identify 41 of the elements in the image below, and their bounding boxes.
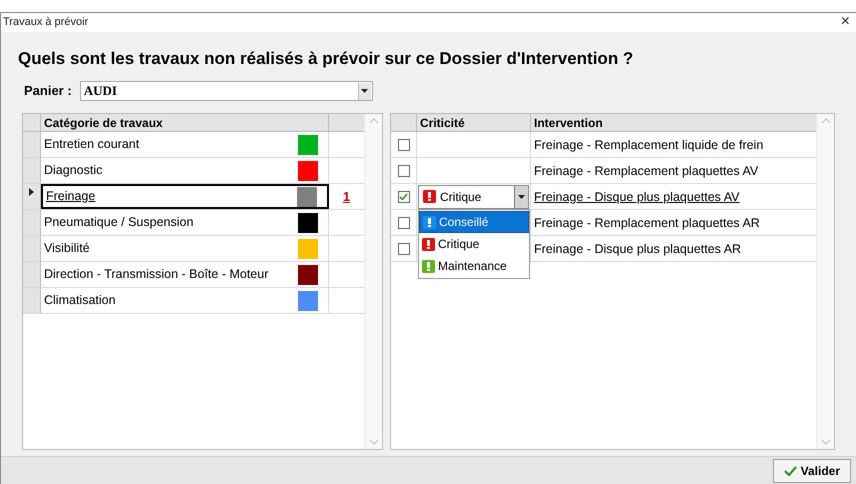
checkbox[interactable]	[398, 216, 410, 229]
scroll-up-icon[interactable]	[370, 118, 378, 124]
dropdown-option[interactable]: Maintenance	[419, 255, 529, 278]
scroll-up-icon[interactable]	[822, 118, 830, 124]
category-row[interactable]: Climatisation	[41, 288, 329, 314]
intervention-cell[interactable]: Freinage - Remplacement plaquettes AR	[531, 210, 816, 236]
basket-label: Panier :	[24, 82, 72, 100]
intervention-cell[interactable]: Freinage - Remplacement liquide de frein	[531, 132, 816, 158]
checkbox[interactable]	[398, 164, 410, 177]
column-header: Criticité	[417, 114, 531, 132]
heading: Quels sont les travaux non réalisés à prévoir sur ce Dossier d'Intervention ?	[18, 48, 634, 70]
dropdown-option[interactable]: Critique	[419, 233, 529, 256]
category-row[interactable]: Freinage	[41, 184, 329, 210]
category-row[interactable]: Direction - Transmission - Boîte - Moteur	[41, 262, 329, 288]
validate-button[interactable]: Valider	[772, 458, 851, 483]
intervention-cell[interactable]: Freinage - Remplacement plaquettes AV	[531, 158, 816, 184]
checkbox[interactable]	[398, 190, 410, 203]
criticality-select[interactable]: Critique	[418, 184, 529, 209]
category-row[interactable]: Visibilité	[41, 236, 329, 262]
window-title: Travaux à prévoir	[3, 15, 88, 30]
checkmark-icon	[784, 466, 797, 476]
criticality-value: Critique	[440, 188, 482, 206]
checkbox[interactable]	[398, 242, 410, 255]
close-button[interactable]: ×	[836, 14, 854, 30]
caret-icon	[361, 89, 368, 94]
dropdown-toggle[interactable]	[514, 186, 528, 208]
intervention-cell[interactable]: Freinage - Disque plus plaquettes AR	[531, 236, 816, 262]
basket-select[interactable]: AUDI	[80, 81, 373, 102]
category-row[interactable]: Pneumatique / Suspension	[41, 210, 329, 236]
count: 1	[342, 188, 350, 206]
dropdown-option[interactable]: Conseillé	[419, 211, 529, 234]
column-header: Intervention	[533, 115, 604, 132]
checkbox[interactable]	[398, 138, 410, 151]
row-header[interactable]	[23, 184, 41, 210]
intervention-cell[interactable]: Freinage - Disque plus plaquettes AV	[531, 184, 816, 210]
column-header: Catégorie de travaux	[41, 114, 329, 132]
scroll-down-icon[interactable]	[822, 440, 830, 446]
scroll-down-icon[interactable]	[370, 440, 378, 446]
category-row[interactable]: Entretien courant	[41, 132, 329, 158]
category-row[interactable]: Diagnostic	[41, 158, 329, 184]
caret-icon	[518, 194, 525, 199]
